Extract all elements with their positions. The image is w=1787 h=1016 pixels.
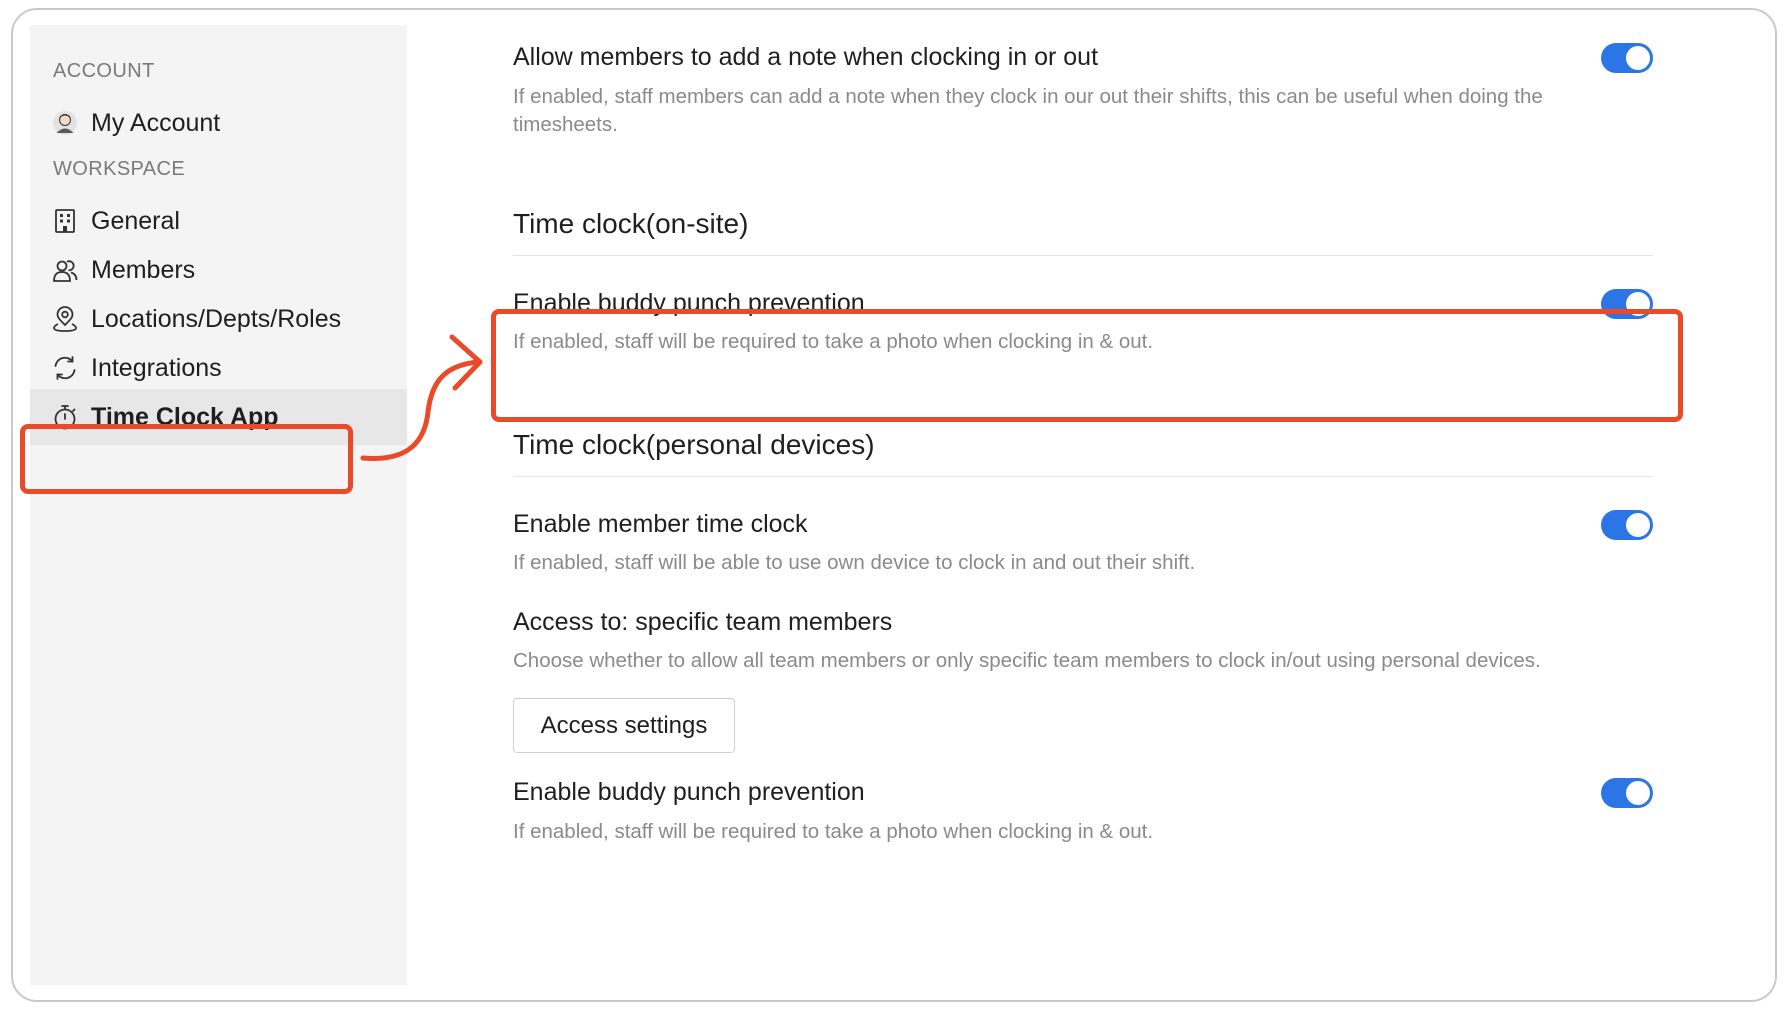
workspace-section-label: WORKSPACE bbox=[53, 158, 186, 180]
member-time-clock-title: Enable member time clock bbox=[513, 510, 808, 538]
sidebar-item-label: Integrations bbox=[91, 353, 222, 382]
sync-icon bbox=[51, 354, 79, 382]
account-section-label: ACCOUNT bbox=[53, 60, 155, 82]
sidebar-item-members[interactable]: Members bbox=[30, 242, 407, 298]
access-title: Access to: specific team members bbox=[513, 608, 893, 636]
location-pin-icon bbox=[51, 305, 79, 333]
settings-window: ACCOUNT My Account WORKSPACE General Mem… bbox=[11, 8, 1777, 1002]
avatar-icon bbox=[51, 109, 79, 137]
sidebar-item-label: Members bbox=[91, 255, 196, 284]
access-settings-button[interactable]: Access settings bbox=[513, 698, 735, 753]
sidebar-item-integrations[interactable]: Integrations bbox=[30, 340, 407, 396]
member-time-clock-description: If enabled, staff will be able to use ow… bbox=[513, 551, 1196, 574]
building-icon bbox=[51, 207, 79, 235]
sidebar-item-locations[interactable]: Locations/Depts/Roles bbox=[30, 291, 407, 347]
access-description: Choose whether to allow all team members… bbox=[513, 649, 1541, 672]
section-divider bbox=[513, 255, 1653, 256]
personal-section-title: Time clock(personal devices) bbox=[513, 429, 875, 460]
toggle-knob bbox=[1626, 781, 1650, 805]
sidebar-item-general[interactable]: General bbox=[30, 193, 407, 249]
sidebar-item-label: My Account bbox=[91, 108, 221, 137]
personal-buddy-punch-title: Enable buddy punch prevention bbox=[513, 778, 865, 806]
onsite-section-title: Time clock(on-site) bbox=[513, 208, 749, 239]
personal-buddy-punch-description: If enabled, staff will be required to ta… bbox=[513, 820, 1154, 843]
section-divider bbox=[513, 476, 1653, 477]
note-setting-description: If enabled, staff members can add a note… bbox=[513, 85, 1543, 136]
sidebar: ACCOUNT My Account WORKSPACE General Mem… bbox=[30, 25, 407, 985]
note-setting-title: Allow members to add a note when clockin… bbox=[513, 43, 1099, 71]
sidebar-item-my-account[interactable]: My Account bbox=[30, 95, 407, 151]
toggle-knob bbox=[1626, 46, 1650, 70]
setting-highlight-box bbox=[491, 309, 1683, 422]
personal-buddy-punch-toggle[interactable] bbox=[1601, 778, 1653, 808]
note-setting-toggle[interactable] bbox=[1601, 43, 1653, 73]
sidebar-highlight-box bbox=[20, 424, 353, 494]
toggle-knob bbox=[1626, 513, 1650, 537]
sidebar-item-label: General bbox=[91, 206, 180, 235]
members-icon bbox=[51, 256, 79, 284]
member-time-clock-toggle[interactable] bbox=[1601, 510, 1653, 540]
sidebar-item-label: Locations/Depts/Roles bbox=[91, 304, 342, 333]
